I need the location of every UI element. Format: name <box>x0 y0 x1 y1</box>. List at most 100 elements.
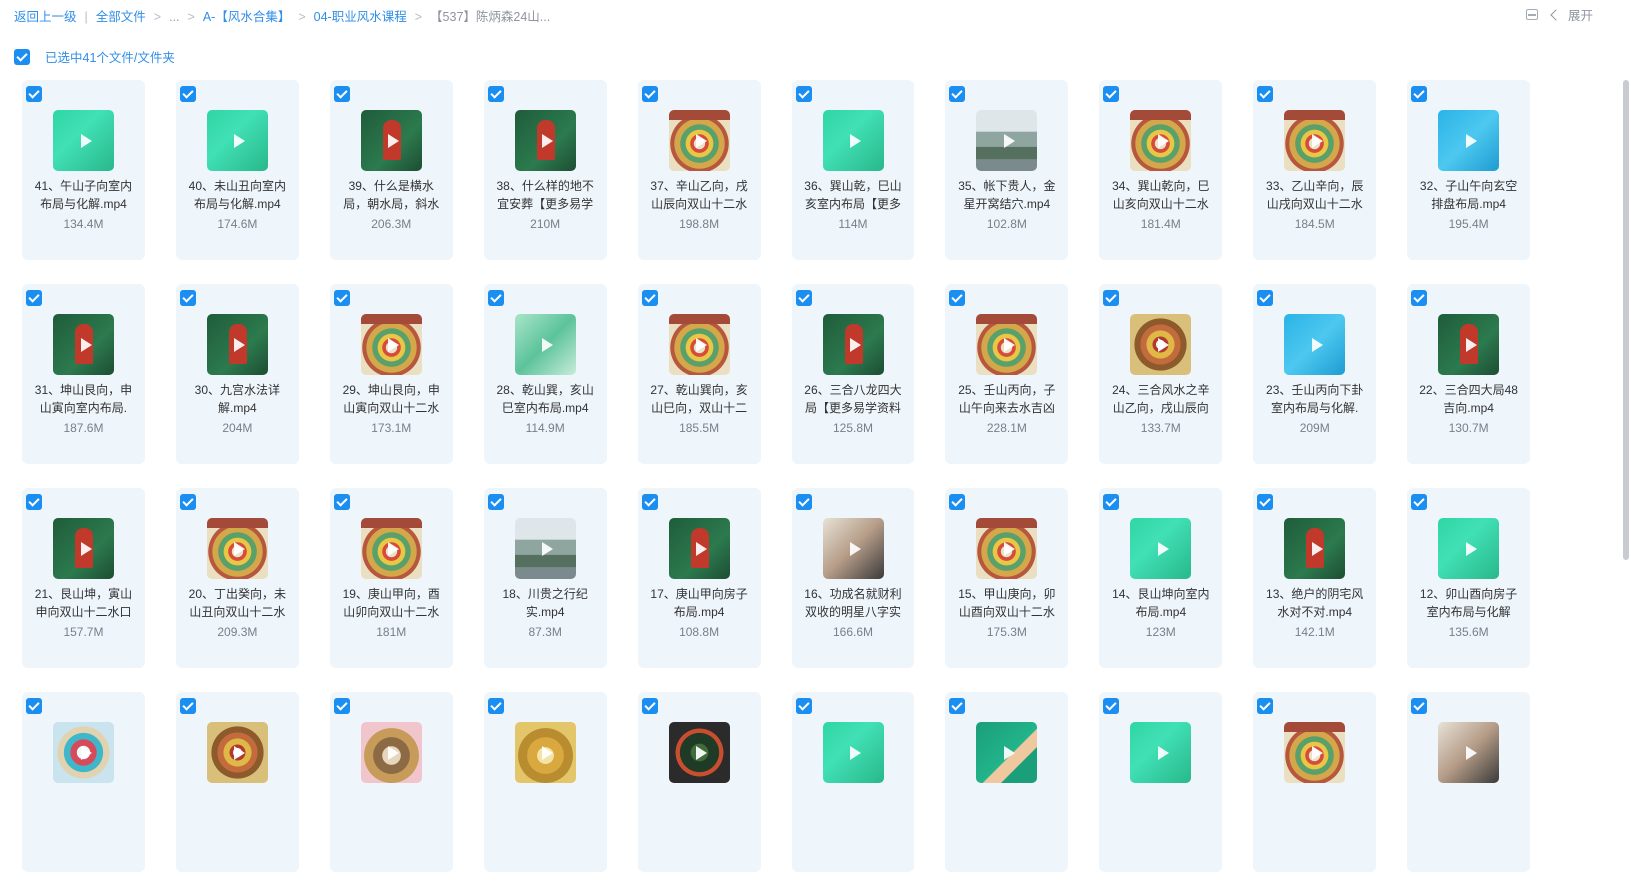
file-checkbox[interactable] <box>795 86 812 102</box>
view-toggle-icon[interactable] <box>1525 9 1538 20</box>
file-card[interactable]: 34、巽山乾向，巳山亥向双山十二水 181.4M <box>1099 80 1223 260</box>
file-checkbox[interactable] <box>949 494 966 510</box>
file-card[interactable]: 27、乾山巽向，亥山巳向，双山十二 185.5M <box>637 284 761 464</box>
video-thumbnail[interactable] <box>1130 314 1192 375</box>
file-card[interactable]: 23、壬山丙向下卦室内布局与化解. 209M <box>1253 284 1377 464</box>
video-thumbnail[interactable] <box>1284 518 1346 579</box>
file-card[interactable] <box>1407 692 1531 872</box>
video-thumbnail[interactable] <box>822 314 884 375</box>
file-card[interactable]: 16、功成名就财利双收的明星八字实 166.6M <box>791 488 915 668</box>
video-thumbnail[interactable] <box>206 518 268 579</box>
file-checkbox[interactable] <box>1411 494 1428 510</box>
video-thumbnail[interactable] <box>976 722 1038 783</box>
file-card[interactable]: 17、庚山甲向房子布局.mp4 108.8M <box>637 488 761 668</box>
file-checkbox[interactable] <box>949 290 966 306</box>
file-card[interactable]: 28、乾山巽，亥山巳室内布局.mp4 114.9M <box>483 284 607 464</box>
file-checkbox[interactable] <box>487 494 504 510</box>
file-checkbox[interactable] <box>795 290 812 306</box>
video-thumbnail[interactable] <box>360 518 422 579</box>
file-card[interactable]: 31、坤山艮向，申山寅向室内布局. 187.6M <box>22 284 145 464</box>
file-card[interactable]: 35、帐下贵人，金星开窝结穴.mp4 102.8M <box>945 80 1069 260</box>
video-thumbnail[interactable] <box>976 110 1038 171</box>
file-checkbox[interactable] <box>1257 290 1274 306</box>
file-card[interactable]: 41、午山子向室内布局与化解.mp4 134.4M <box>22 80 145 260</box>
video-thumbnail[interactable] <box>668 518 730 579</box>
file-card[interactable] <box>791 692 915 872</box>
file-checkbox[interactable] <box>1257 698 1274 714</box>
file-card[interactable]: 24、三合风水之辛山乙向，戌山辰向 133.7M <box>1099 284 1223 464</box>
video-thumbnail[interactable] <box>1438 722 1500 783</box>
file-checkbox[interactable] <box>179 86 196 102</box>
scrollbar[interactable] <box>1623 80 1629 560</box>
file-card[interactable]: 25、壬山丙向，子山午向来去水吉凶 228.1M <box>945 284 1069 464</box>
file-checkbox[interactable] <box>1103 698 1120 714</box>
video-thumbnail[interactable] <box>360 722 422 783</box>
video-thumbnail[interactable] <box>53 110 114 171</box>
video-thumbnail[interactable] <box>1438 518 1500 579</box>
file-checkbox[interactable] <box>1103 290 1120 306</box>
file-checkbox[interactable] <box>641 494 658 510</box>
file-checkbox[interactable] <box>487 290 504 306</box>
video-thumbnail[interactable] <box>822 518 884 579</box>
video-thumbnail[interactable] <box>514 722 576 783</box>
file-checkbox[interactable] <box>795 494 812 510</box>
file-card[interactable]: 26、三合八龙四大局【更多易学资料 125.8M <box>791 284 915 464</box>
video-thumbnail[interactable] <box>53 314 114 375</box>
video-thumbnail[interactable] <box>976 314 1038 375</box>
video-thumbnail[interactable] <box>514 518 576 579</box>
file-checkbox[interactable] <box>179 494 196 510</box>
breadcrumb-ellipsis[interactable]: ... <box>169 10 179 24</box>
file-card[interactable] <box>483 692 607 872</box>
file-checkbox[interactable] <box>1103 494 1120 510</box>
video-thumbnail[interactable] <box>1130 518 1192 579</box>
file-card[interactable] <box>175 692 299 872</box>
back-link[interactable]: 返回上一级 <box>14 6 77 25</box>
file-card[interactable]: 30、九宫水法详解.mp4 204M <box>175 284 299 464</box>
file-checkbox[interactable] <box>641 290 658 306</box>
breadcrumb-folder-04[interactable]: 04-职业风水课程 <box>314 6 407 25</box>
file-checkbox[interactable] <box>641 86 658 102</box>
video-thumbnail[interactable] <box>1438 314 1500 375</box>
file-checkbox[interactable] <box>487 86 504 102</box>
video-thumbnail[interactable] <box>1284 314 1346 375</box>
file-card[interactable]: 38、什么样的地不宜安葬【更多易学 210M <box>483 80 607 260</box>
video-thumbnail[interactable] <box>1284 722 1346 783</box>
file-card[interactable]: 33、乙山辛向，辰山戌向双山十二水 184.5M <box>1253 80 1377 260</box>
video-thumbnail[interactable] <box>360 314 422 375</box>
file-checkbox[interactable] <box>1411 698 1428 714</box>
file-checkbox[interactable] <box>26 494 42 510</box>
file-card[interactable]: 19、庚山甲向，酉山卯向双山十二水 181M <box>329 488 453 668</box>
video-thumbnail[interactable] <box>1130 110 1192 171</box>
breadcrumb-folder-a[interactable]: A-【风水合集】 <box>203 6 291 25</box>
video-thumbnail[interactable] <box>53 518 114 579</box>
file-card[interactable]: 36、巽山乾，巳山亥室内布局【更多 114M <box>791 80 915 260</box>
file-card[interactable]: 32、子山午向玄空排盘布局.mp4 195.4M <box>1407 80 1531 260</box>
file-card[interactable]: 21、艮山坤，寅山申向双山十二水口 157.7M <box>22 488 145 668</box>
file-card[interactable] <box>1099 692 1223 872</box>
video-thumbnail[interactable] <box>668 110 730 171</box>
file-card[interactable] <box>1253 692 1377 872</box>
file-checkbox[interactable] <box>1103 86 1120 102</box>
file-checkbox[interactable] <box>1257 86 1274 102</box>
file-checkbox[interactable] <box>949 698 966 714</box>
file-checkbox[interactable] <box>487 698 504 714</box>
file-checkbox[interactable] <box>795 698 812 714</box>
file-checkbox[interactable] <box>26 86 42 102</box>
file-checkbox[interactable] <box>641 698 658 714</box>
select-all-checkbox[interactable] <box>14 48 30 65</box>
file-card[interactable]: 29、坤山艮向，申山寅向双山十二水 173.1M <box>329 284 453 464</box>
file-card[interactable] <box>329 692 453 872</box>
file-checkbox[interactable] <box>179 290 196 306</box>
file-card[interactable] <box>22 692 145 872</box>
file-card[interactable]: 15、甲山庚向，卯山酉向双山十二水 175.3M <box>945 488 1069 668</box>
file-card[interactable]: 39、什么是横水局，朝水局，斜水 206.3M <box>329 80 453 260</box>
video-thumbnail[interactable] <box>822 110 884 171</box>
file-checkbox[interactable] <box>333 698 350 714</box>
video-thumbnail[interactable] <box>822 722 884 783</box>
video-thumbnail[interactable] <box>976 518 1038 579</box>
video-thumbnail[interactable] <box>1130 722 1192 783</box>
breadcrumb-all-files[interactable]: 全部文件 <box>96 6 146 25</box>
file-card[interactable] <box>637 692 761 872</box>
file-checkbox[interactable] <box>333 290 350 306</box>
video-thumbnail[interactable] <box>514 314 576 375</box>
